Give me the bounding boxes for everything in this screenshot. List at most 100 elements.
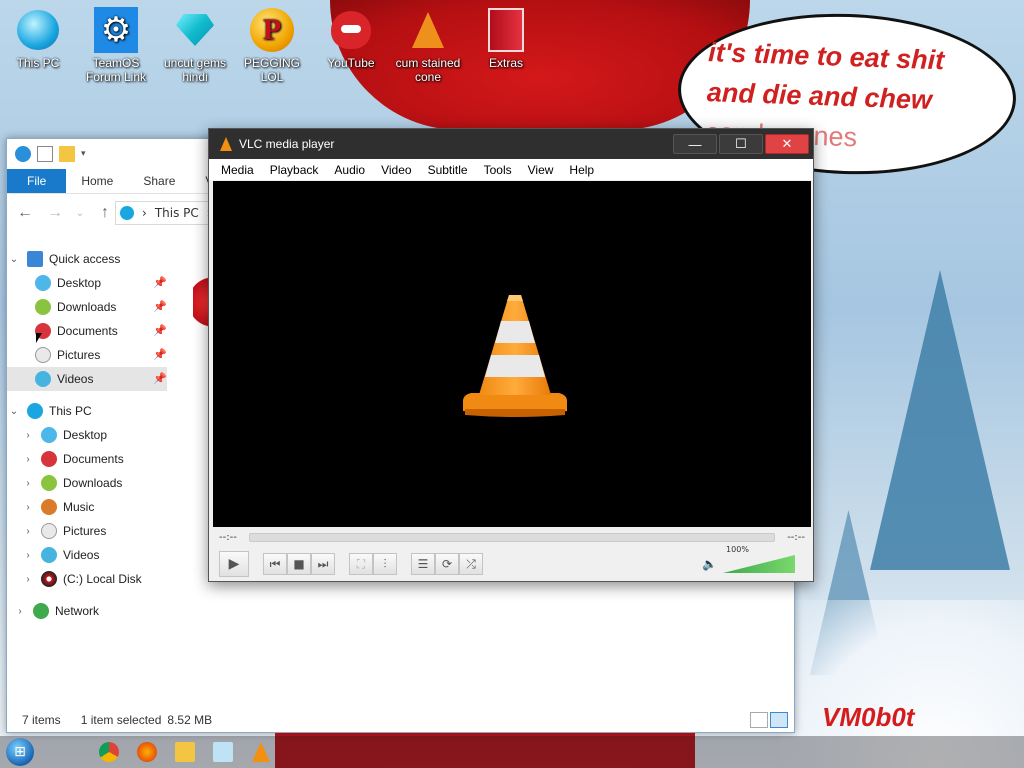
menu-playback[interactable]: Playback	[262, 163, 327, 177]
desktop-icon-label: TeamOS Forum Link	[85, 56, 147, 84]
maximize-button[interactable]: ☐	[719, 134, 763, 154]
nav-pc-pictures[interactable]: › Pictures	[7, 519, 167, 543]
nav-pc-music[interactable]: › Music	[7, 495, 167, 519]
menu-help[interactable]: Help	[561, 163, 602, 177]
back-arrow-icon[interactable]: ←	[15, 204, 35, 222]
taskbar-vlc[interactable]	[242, 736, 280, 768]
up-arrow-icon[interactable]: ↑	[95, 204, 115, 222]
tab-file[interactable]: File	[7, 169, 67, 193]
desktop-icon-label: YouTube	[327, 56, 375, 70]
start-button[interactable]: ⊞	[0, 736, 40, 768]
pin-icon[interactable]: 📌	[153, 372, 167, 386]
play-button[interactable]: ▶	[219, 551, 249, 577]
pin-icon[interactable]: 📌	[153, 276, 167, 290]
nav-label: Downloads	[63, 476, 123, 490]
nav-qa-downloads[interactable]: Downloads 📌	[7, 295, 167, 319]
previous-button[interactable]: ⏮	[263, 553, 287, 575]
extended-settings-button[interactable]: ⫶	[373, 553, 397, 575]
menu-subtitle[interactable]: Subtitle	[420, 163, 476, 177]
taskbar-notepad[interactable]	[204, 736, 242, 768]
large-icons-view-icon[interactable]	[770, 712, 788, 728]
navigation-pane: ⌄ Quick access Desktop 📌 Downloads 📌 Doc…	[7, 247, 167, 708]
desktop-icon-cone[interactable]: cum stained cone	[388, 8, 468, 84]
chevron-down-icon[interactable]: ⌄	[7, 254, 21, 265]
menu-media[interactable]: Media	[213, 163, 262, 177]
chevron-right-icon[interactable]: ›	[21, 430, 35, 441]
chevron-right-icon[interactable]: ›	[21, 550, 35, 561]
recent-locations-icon[interactable]: ⌄	[75, 208, 85, 219]
loop-button[interactable]: ⟳	[435, 553, 459, 575]
seek-slider[interactable]	[248, 532, 776, 542]
speaker-icon[interactable]: 🔈	[702, 557, 717, 571]
nav-qa-documents[interactable]: Documents 📌	[7, 319, 167, 343]
volume-slider[interactable]	[723, 555, 795, 573]
menu-tools[interactable]: Tools	[476, 163, 520, 177]
nav-label: Network	[55, 604, 100, 618]
chevron-right-icon[interactable]: ›	[21, 574, 35, 585]
pin-icon[interactable]: 📌	[153, 348, 167, 362]
menu-audio[interactable]: Audio	[326, 163, 373, 177]
desktop-icon-youtube[interactable]: YouTube	[311, 8, 391, 70]
nav-qa-pictures[interactable]: Pictures 📌	[7, 343, 167, 367]
nav-pc-downloads[interactable]: › Downloads	[7, 471, 167, 495]
taskbar-file-explorer[interactable]	[166, 736, 204, 768]
nav-label: Downloads	[57, 300, 117, 314]
close-button[interactable]: ✕	[765, 134, 809, 154]
firefox-icon	[137, 742, 157, 762]
video-area[interactable]	[213, 181, 811, 527]
nav-network[interactable]: › Network	[7, 599, 167, 623]
chevron-right-icon[interactable]: ›	[21, 526, 35, 537]
menu-video[interactable]: Video	[373, 163, 419, 177]
nav-qa-videos[interactable]: Videos 📌	[7, 367, 167, 391]
desktop-icon-pegging[interactable]: P PEGGING LOL	[232, 8, 312, 84]
nav-pc-documents[interactable]: › Documents	[7, 447, 167, 471]
total-time: --:--	[787, 531, 805, 543]
tab-home[interactable]: Home	[66, 169, 128, 193]
mouse-cursor-icon	[36, 333, 42, 343]
desktop-icon-teamos[interactable]: ⚙ TeamOS Forum Link	[76, 7, 156, 84]
disk-icon	[41, 571, 57, 587]
menu-view[interactable]: View	[520, 163, 562, 177]
desktop-icon-uncut-gems[interactable]: uncut gems hindi	[155, 8, 235, 84]
window-title: VLC media player	[239, 137, 335, 151]
pin-icon[interactable]: 📌	[153, 300, 167, 314]
breadcrumb-this-pc[interactable]: This PC	[155, 206, 199, 220]
new-folder-icon[interactable]	[59, 146, 75, 162]
minimize-button[interactable]: —	[673, 134, 717, 154]
shuffle-button[interactable]: ⤮	[459, 553, 483, 575]
nav-qa-desktop[interactable]: Desktop 📌	[7, 271, 167, 295]
next-button[interactable]: ⏭	[311, 553, 335, 575]
chevron-right-icon[interactable]: ›	[21, 454, 35, 465]
chevron-right-icon[interactable]: ›	[13, 606, 27, 617]
pin-icon[interactable]: 📌	[153, 324, 167, 338]
nav-quick-access[interactable]: ⌄ Quick access	[7, 247, 167, 271]
stop-button[interactable]: ■	[287, 553, 311, 575]
nav-pc-local-disk[interactable]: › (C:) Local Disk	[7, 567, 167, 591]
star-icon	[27, 251, 43, 267]
nav-pc-desktop[interactable]: › Desktop	[7, 423, 167, 447]
desktop-icon-this-pc[interactable]: This PC	[0, 8, 78, 70]
nav-label: Desktop	[57, 276, 102, 290]
desktop-icon-extras[interactable]: Extras	[466, 8, 546, 70]
tab-share[interactable]: Share	[128, 169, 190, 193]
nav-pc-videos[interactable]: › Videos	[7, 543, 167, 567]
fullscreen-button[interactable]: ⛶	[349, 553, 373, 575]
chevron-right-icon[interactable]: ›	[21, 478, 35, 489]
chevron-down-icon[interactable]: ⌄	[7, 406, 21, 417]
nav-label: Pictures	[63, 524, 107, 538]
downloads-icon	[41, 475, 57, 491]
this-pc-icon	[120, 206, 134, 220]
forward-arrow-icon[interactable]: →	[45, 204, 65, 222]
taskbar-chrome[interactable]	[90, 736, 128, 768]
details-view-icon[interactable]	[750, 712, 768, 728]
vlc-titlebar[interactable]: VLC media player — ☐ ✕	[209, 129, 813, 159]
customize-quick-access-icon[interactable]: ▾	[81, 149, 86, 159]
playlist-button[interactable]: ☰	[411, 553, 435, 575]
volume-control[interactable]: 🔈 100%	[702, 545, 795, 573]
nav-this-pc[interactable]: ⌄ This PC	[7, 399, 167, 423]
vlc-window[interactable]: VLC media player — ☐ ✕ Media Playback Au…	[208, 128, 814, 582]
properties-icon[interactable]	[37, 146, 53, 162]
taskbar-firefox[interactable]	[128, 736, 166, 768]
volume-percent: 100%	[726, 545, 749, 554]
chevron-right-icon[interactable]: ›	[21, 502, 35, 513]
